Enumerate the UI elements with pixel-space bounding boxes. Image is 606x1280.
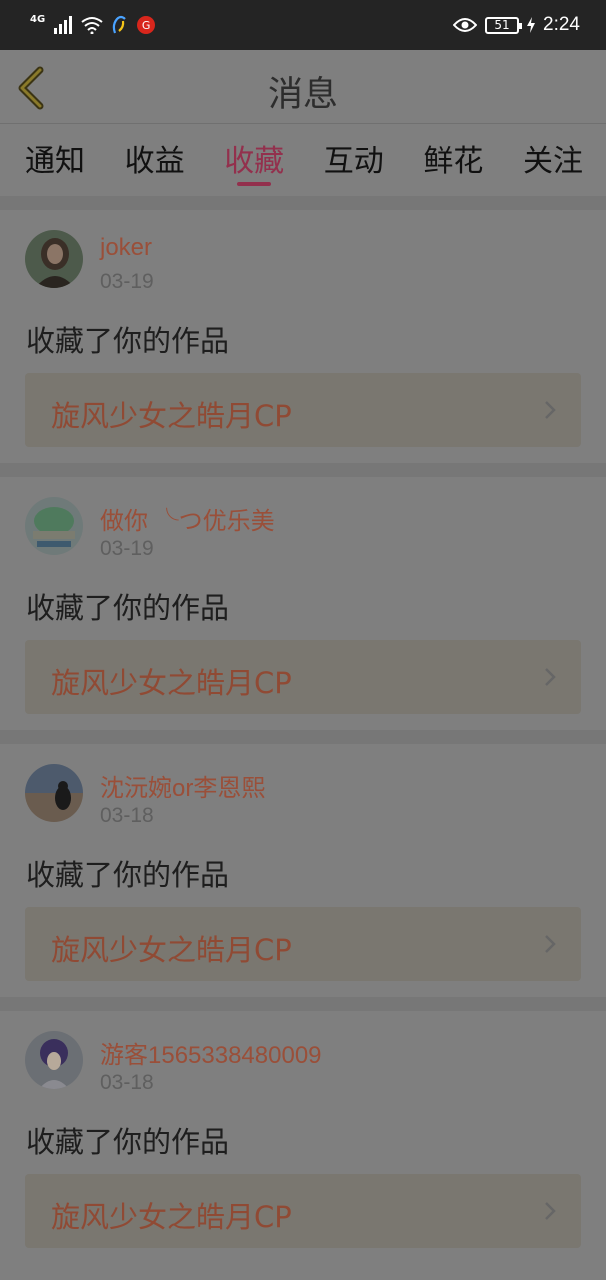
message-card: 游客1565338480009 03-18 收藏了你的作品 旋风少女之皓月CP xyxy=(0,997,606,1264)
work-title: 旋风少女之皓月CP xyxy=(51,666,292,700)
message-list: joker 03-19 收藏了你的作品 旋风少女之皓月CP 做你 ╰つ优乐美 0… xyxy=(0,196,606,1264)
tab-notifications[interactable]: 通知 xyxy=(25,126,85,190)
charging-icon xyxy=(527,17,536,33)
message-card: 沈沅婉or李恩熙 03-18 收藏了你的作品 旋风少女之皓月CP xyxy=(0,730,606,997)
app-badge-icon: G xyxy=(137,16,156,34)
status-bar: 4G G 51 2:24 xyxy=(0,0,606,50)
message-date: 03-19 xyxy=(100,270,154,293)
message-action: 收藏了你的作品 xyxy=(26,1125,230,1159)
battery-level: 51 xyxy=(494,18,510,32)
avatar[interactable] xyxy=(25,1031,83,1089)
work-link[interactable]: 旋风少女之皓月CP xyxy=(25,373,581,447)
page-title: 消息 xyxy=(267,75,338,115)
username[interactable]: joker xyxy=(100,234,152,262)
avatar[interactable] xyxy=(25,230,83,288)
app-header: 消息 xyxy=(0,50,606,124)
tab-flowers[interactable]: 鲜花 xyxy=(423,126,483,190)
work-title: 旋风少女之皓月CP xyxy=(51,933,292,967)
work-link[interactable]: 旋风少女之皓月CP xyxy=(25,907,581,981)
work-title: 旋风少女之皓月CP xyxy=(51,399,292,433)
username[interactable]: 沈沅婉or李恩熙 xyxy=(100,768,265,803)
message-action: 收藏了你的作品 xyxy=(26,858,230,892)
chevron-right-icon xyxy=(545,668,556,686)
tab-earnings[interactable]: 收益 xyxy=(125,126,185,190)
work-link[interactable]: 旋风少女之皓月CP xyxy=(25,1174,581,1248)
message-card: 做你 ╰つ优乐美 03-19 收藏了你的作品 旋风少女之皓月CP xyxy=(0,463,606,730)
message-card: joker 03-19 收藏了你的作品 旋风少女之皓月CP xyxy=(0,196,606,463)
username[interactable]: 游客1565338480009 xyxy=(100,1035,322,1070)
tab-favorites[interactable]: 收藏 xyxy=(224,126,284,190)
status-left: 4G G xyxy=(30,13,156,35)
signal-icon xyxy=(54,16,73,34)
message-date: 03-18 xyxy=(100,804,154,827)
message-action: 收藏了你的作品 xyxy=(26,324,230,358)
work-link[interactable]: 旋风少女之皓月CP xyxy=(25,640,581,714)
eye-icon xyxy=(453,18,478,32)
chevron-right-icon xyxy=(545,401,556,419)
chevron-right-icon xyxy=(545,1202,556,1220)
chevron-right-icon xyxy=(545,935,556,953)
message-action: 收藏了你的作品 xyxy=(26,591,230,625)
network-type: 4G xyxy=(30,13,46,25)
battery-icon: 51 xyxy=(485,16,523,34)
username[interactable]: 做你 ╰つ优乐美 xyxy=(100,501,275,536)
avatar[interactable] xyxy=(25,497,83,555)
clock: 2:24 xyxy=(543,14,580,35)
tab-bar: 通知 收益 收藏 互动 鲜花 关注 xyxy=(0,124,606,192)
status-right: 51 2:24 xyxy=(453,14,580,36)
wifi-icon xyxy=(81,17,103,34)
avatar[interactable] xyxy=(25,764,83,822)
message-date: 03-19 xyxy=(100,537,154,560)
app-notification-icon xyxy=(112,15,126,34)
message-date: 03-18 xyxy=(100,1071,154,1094)
tab-interactions[interactable]: 互动 xyxy=(324,126,384,190)
work-title: 旋风少女之皓月CP xyxy=(51,1200,292,1234)
tab-follows[interactable]: 关注 xyxy=(523,126,583,190)
